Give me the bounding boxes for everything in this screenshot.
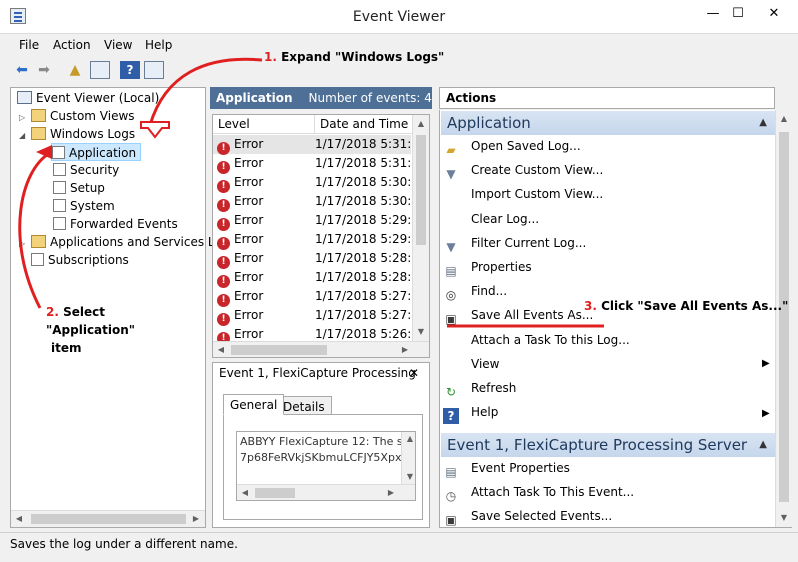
annotation-overlay [18,57,604,328]
annotation-step-2-line-3: item [51,341,82,355]
annotation-arrow-1 [148,57,263,126]
annotation-arrow-2 [18,151,51,309]
annotation-arrowhead-1 [140,121,170,139]
annotation-step-2-line-2: "Application" [46,323,136,337]
annotation-step-3: 3. Click "Save All Events As..." [584,299,789,313]
annotation-step-1: 1. Expand "Windows Logs" [264,50,445,64]
annotation-step-2-line-1: 2. Select [46,305,105,319]
tab-general[interactable]: General [223,394,285,415]
